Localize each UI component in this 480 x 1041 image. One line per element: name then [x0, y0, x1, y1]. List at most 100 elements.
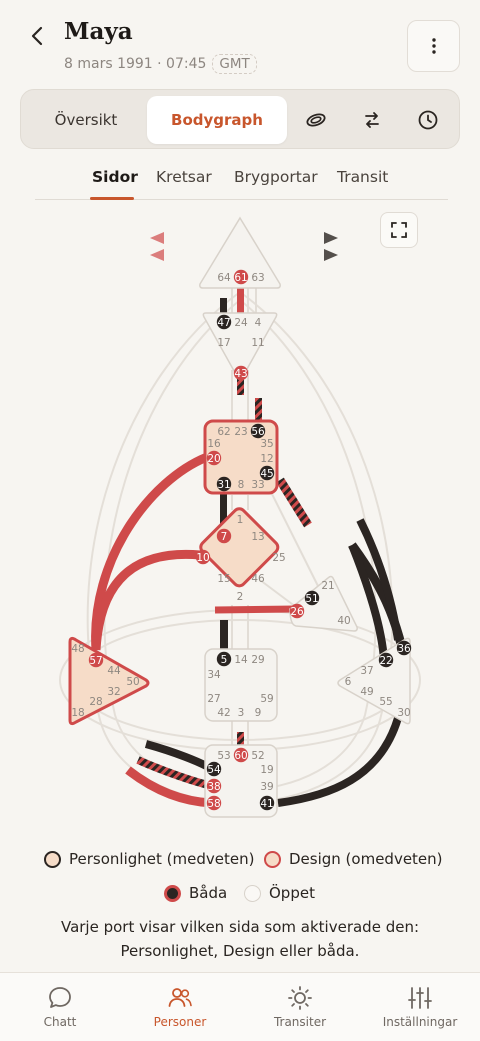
gate-52: 52 — [251, 750, 264, 762]
gate-14: 14 — [234, 654, 248, 666]
design-swatch — [264, 850, 281, 868]
view-segment-control: Översikt Bodygraph — [20, 89, 460, 149]
gate-47: 47 — [216, 314, 232, 330]
gate-48: 48 — [71, 643, 84, 655]
subtab-brygportar[interactable]: Brygportar — [234, 168, 318, 186]
gate-label: 58 — [207, 798, 220, 810]
gate-22: 22 — [378, 652, 394, 668]
gate-label: 38 — [207, 781, 220, 793]
gate-21: 21 — [321, 580, 334, 592]
gate-label: 5 — [221, 654, 228, 666]
compare-button[interactable] — [352, 96, 392, 144]
gate-label: 29 — [251, 654, 264, 666]
gate-36: 36 — [396, 640, 412, 656]
nav-installningar[interactable]: Inställningar — [370, 985, 470, 1029]
gate-label: 43 — [234, 368, 247, 380]
nav-installningar-label: Inställningar — [382, 1015, 458, 1029]
nav-transiter-label: Transiter — [273, 1015, 327, 1029]
sub-tabs: Sidor Kretsar Brygportar Transit — [35, 168, 448, 200]
header: Maya 8 mars 1991 · 07:45 GMT — [0, 0, 480, 90]
gate-2: 2 — [237, 591, 244, 603]
gate-41: 41 — [259, 795, 275, 811]
gate-58: 58 — [206, 795, 222, 811]
gate-29: 29 — [251, 654, 264, 666]
subtab-sidor[interactable]: Sidor — [92, 168, 138, 186]
gate-label: 19 — [260, 764, 273, 776]
gate-label: 8 — [238, 479, 245, 491]
gate-label: 9 — [255, 707, 262, 719]
rings-button[interactable] — [296, 96, 336, 144]
open-swatch — [244, 884, 261, 902]
nav-personer[interactable]: Personer — [130, 985, 230, 1029]
gate-label: 30 — [397, 707, 410, 719]
gate-39: 39 — [260, 781, 273, 793]
gate-3: 3 — [238, 707, 245, 719]
gate-6: 6 — [345, 676, 352, 688]
gate-label: 20 — [207, 453, 220, 465]
gate-16: 16 — [207, 438, 221, 450]
gate-label: 22 — [379, 655, 392, 667]
legend-personality-label: Personlighet (medveten) — [69, 850, 255, 868]
gate-label: 23 — [234, 426, 247, 438]
legend-open-label: Öppet — [269, 884, 315, 902]
gate-label: 28 — [89, 696, 102, 708]
gate-label: 27 — [207, 693, 220, 705]
gate-62: 62 — [217, 426, 230, 438]
chevron-left-icon — [31, 26, 43, 46]
legend-open: Öppet — [244, 884, 315, 902]
gate-31: 31 — [216, 476, 232, 492]
gate-23: 23 — [234, 426, 247, 438]
nav-transiter[interactable]: Transiter — [250, 985, 350, 1029]
gate-label: 41 — [260, 798, 273, 810]
gate-32: 32 — [107, 686, 120, 698]
tab-bodygraph[interactable]: Bodygraph — [147, 96, 287, 144]
gate-59: 59 — [260, 693, 273, 705]
page-title: Maya — [64, 18, 133, 45]
gate-55: 55 — [379, 696, 392, 708]
subtab-kretsar[interactable]: Kretsar — [156, 168, 212, 186]
gate-34: 34 — [207, 669, 221, 681]
gate-label: 16 — [207, 438, 221, 450]
gate-label: 36 — [397, 643, 411, 655]
gate-7: 7 — [216, 528, 232, 544]
gate-50: 50 — [126, 676, 139, 688]
tab-oversikt[interactable]: Översikt — [29, 96, 143, 144]
back-button[interactable] — [26, 24, 48, 48]
gate-label: 40 — [337, 615, 350, 627]
variable-arrows-left — [150, 232, 164, 261]
gate-42: 42 — [217, 707, 230, 719]
gate-label: 12 — [260, 453, 273, 465]
gate-37: 37 — [360, 665, 373, 677]
rings-icon — [306, 113, 326, 127]
gate-label: 35 — [260, 438, 273, 450]
gate-57: 57 — [88, 652, 104, 668]
gate-label: 48 — [71, 643, 84, 655]
gate-46: 46 — [251, 573, 265, 585]
legend-both: Båda — [164, 884, 227, 902]
gate-label: 42 — [217, 707, 230, 719]
gate-25: 25 — [272, 552, 285, 564]
gate-label: 39 — [260, 781, 273, 793]
more-options-button[interactable] — [407, 20, 460, 72]
gate-label: 13 — [251, 531, 264, 543]
people-icon — [168, 988, 192, 1007]
gate-label: 14 — [234, 654, 248, 666]
channel-26 — [214, 605, 296, 614]
gate-label: 3 — [238, 707, 245, 719]
gate-12: 12 — [260, 453, 273, 465]
subtab-transit[interactable]: Transit — [337, 168, 388, 186]
gate-label: 21 — [321, 580, 334, 592]
gate-label: 54 — [207, 764, 221, 776]
gate-40: 40 — [337, 615, 350, 627]
nav-chatt[interactable]: Chatt — [10, 985, 110, 1029]
gate-label: 11 — [251, 337, 264, 349]
gate-label: 25 — [272, 552, 285, 564]
gate-label: 26 — [290, 606, 304, 618]
gate-label: 57 — [89, 655, 102, 667]
sliders-icon — [408, 987, 432, 1009]
history-button[interactable] — [408, 96, 448, 144]
gate-30: 30 — [397, 707, 410, 719]
gate-label: 50 — [126, 676, 139, 688]
gate-label: 15 — [217, 573, 230, 585]
gate-label: 49 — [360, 686, 373, 698]
